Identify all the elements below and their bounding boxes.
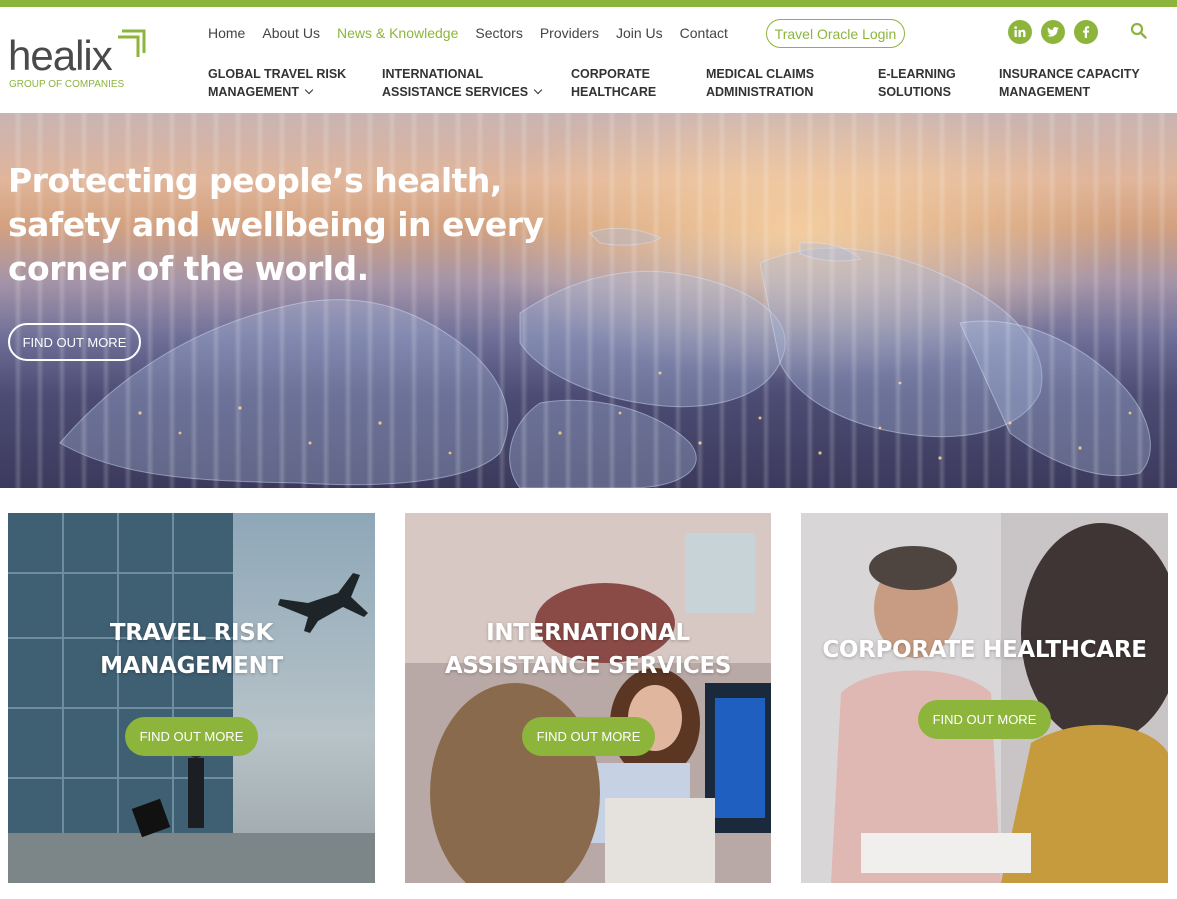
menu-label-line1: INSURANCE CAPACITY xyxy=(999,67,1140,81)
menu-label-line1: INTERNATIONAL xyxy=(382,67,484,81)
hero-title: Protecting people’s health, safety and w… xyxy=(8,161,544,288)
menu-e-learning-solutions[interactable]: E-LEARNING SOLUTIONS xyxy=(878,65,956,101)
card-title: CORPORATE HEALTHCARE xyxy=(822,637,1147,663)
menu-label-line1: CORPORATE xyxy=(571,67,650,81)
social-links xyxy=(1008,20,1098,44)
nav-sectors[interactable]: Sectors xyxy=(475,25,522,41)
menu-label-line2: ADMINISTRATION xyxy=(706,85,814,99)
card-title-line1: TRAVEL RISK xyxy=(109,620,274,646)
services-navigation: GLOBAL TRAVEL RISK MANAGEMENT INTERNATIO… xyxy=(0,65,1177,105)
twitter-icon[interactable] xyxy=(1041,20,1065,44)
card-find-out-more-button[interactable]: FIND OUT MORE xyxy=(918,700,1051,739)
card-image-business-meeting xyxy=(801,513,1168,883)
menu-international-assistance-services[interactable]: INTERNATIONAL ASSISTANCE SERVICES xyxy=(382,65,543,101)
card-title-line2: ASSISTANCE SERVICES xyxy=(444,653,732,679)
card-find-out-more-button[interactable]: FIND OUT MORE xyxy=(125,717,258,756)
card-image-call-centre xyxy=(405,513,771,883)
menu-label-line1: GLOBAL TRAVEL RISK xyxy=(208,67,347,81)
card-image-office-building-plane xyxy=(8,513,375,883)
card-travel-risk-management[interactable]: TRAVEL RISK MANAGEMENT FIND OUT MORE xyxy=(8,513,375,883)
menu-label-line1: E-LEARNING xyxy=(878,67,956,81)
facebook-icon[interactable] xyxy=(1074,20,1098,44)
linkedin-icon[interactable] xyxy=(1008,20,1032,44)
hero-banner: Protecting people’s health, safety and w… xyxy=(0,113,1177,488)
menu-insurance-capacity-management[interactable]: INSURANCE CAPACITY MANAGEMENT xyxy=(999,65,1140,101)
nav-news-knowledge[interactable]: News & Knowledge xyxy=(337,25,458,41)
menu-label-line1: MEDICAL CLAIMS xyxy=(706,67,815,81)
card-corporate-healthcare[interactable]: CORPORATE HEALTHCARE FIND OUT MORE xyxy=(801,513,1168,883)
card-title-line2: MANAGEMENT xyxy=(100,653,283,679)
logo-arrow-mark xyxy=(118,29,146,57)
menu-label-line2: MANAGEMENT xyxy=(208,85,299,99)
travel-oracle-login-button[interactable]: Travel Oracle Login xyxy=(766,19,905,48)
menu-label-line2: SOLUTIONS xyxy=(878,85,951,99)
top-accent-bar xyxy=(0,0,1177,7)
nav-contact[interactable]: Contact xyxy=(680,25,728,41)
menu-medical-claims-administration[interactable]: MEDICAL CLAIMS ADMINISTRATION xyxy=(706,65,814,101)
menu-label-line2: ASSISTANCE SERVICES xyxy=(382,85,529,99)
card-international-assistance-services[interactable]: INTERNATIONAL ASSISTANCE SERVICES FIND O… xyxy=(405,513,771,883)
menu-corporate-healthcare[interactable]: CORPORATE HEALTHCARE xyxy=(571,65,656,101)
search-icon[interactable] xyxy=(1130,22,1148,40)
chevron-down-icon xyxy=(533,85,543,95)
card-find-out-more-button[interactable]: FIND OUT MORE xyxy=(522,717,655,756)
top-navigation: Home About Us News & Knowledge Sectors P… xyxy=(208,19,745,47)
card-title-line1: INTERNATIONAL xyxy=(486,620,690,646)
chevron-down-icon xyxy=(304,85,314,95)
menu-label-line2: HEALTHCARE xyxy=(571,85,657,99)
nav-home[interactable]: Home xyxy=(208,25,245,41)
menu-global-travel-risk-management[interactable]: GLOBAL TRAVEL RISK MANAGEMENT xyxy=(208,65,346,101)
nav-providers[interactable]: Providers xyxy=(540,25,599,41)
nav-join-us[interactable]: Join Us xyxy=(616,25,663,41)
hero-find-out-more-button[interactable]: FIND OUT MORE xyxy=(8,323,141,361)
menu-label-line2: MANAGEMENT xyxy=(999,85,1090,99)
site-header: healix GROUP OF COMPANIES Home About Us … xyxy=(0,7,1177,113)
nav-about-us[interactable]: About Us xyxy=(262,25,320,41)
